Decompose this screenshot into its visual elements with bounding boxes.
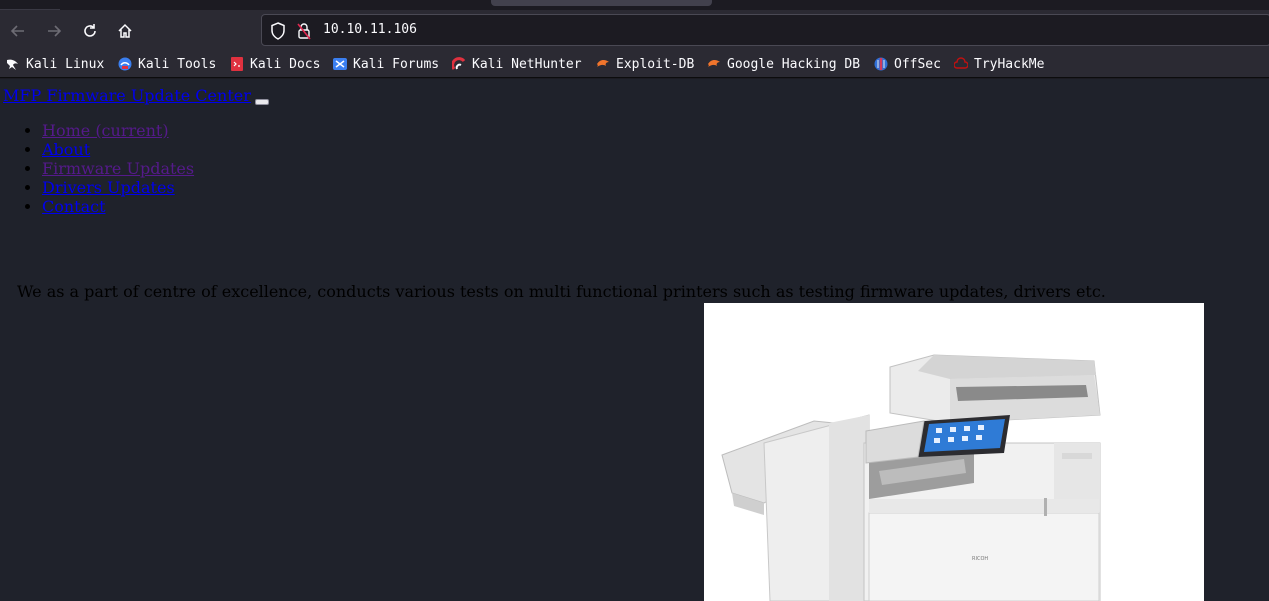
reload-icon [84, 24, 96, 37]
kali-dragon-icon [6, 57, 20, 71]
insecure-lock-icon[interactable] [297, 22, 311, 44]
nav-item-about: About [42, 140, 194, 159]
ghdb-icon [707, 57, 721, 71]
bookmark-label: Google Hacking DB [727, 56, 861, 72]
bookmark-label: TryHackMe [974, 56, 1045, 72]
bookmark-label: Kali NetHunter [472, 56, 582, 72]
bookmark-label: Kali Linux [26, 56, 105, 72]
printer-brand-mark: RICOH [972, 556, 988, 562]
nav-item-drivers-updates: Drivers Updates [42, 178, 194, 197]
back-button[interactable] [5, 18, 31, 44]
bookmark-exploit-db[interactable]: Exploit-DB [596, 55, 694, 73]
bookmark-label: Exploit-DB [616, 56, 695, 72]
tracking-shield-icon[interactable] [270, 22, 286, 44]
forward-button[interactable] [41, 18, 67, 44]
nav-link-about[interactable]: About [42, 140, 90, 159]
nav-item-contact: Contact [42, 197, 194, 216]
bookmark-label: Kali Forums [353, 56, 440, 72]
exploit-db-icon [596, 57, 610, 71]
main-nav: Home (current) About Firmware Updates Dr… [42, 121, 194, 216]
bookmark-label: Kali Docs [250, 56, 321, 72]
home-icon [118, 23, 132, 38]
bookmarks-toolbar: Kali Linux Kali Tools Kali Docs Kali For… [0, 51, 1269, 78]
url-text[interactable]: 10.10.11.106 [323, 22, 417, 37]
tab-strip-edge [0, 0, 60, 10]
bookmark-kali-linux[interactable]: Kali Linux [6, 55, 104, 73]
bookmark-kali-forums[interactable]: Kali Forums [333, 55, 439, 73]
bookmark-google-hacking-db[interactable]: Google Hacking DB [707, 55, 860, 73]
tryhackme-icon [953, 57, 969, 71]
reload-button[interactable] [77, 18, 103, 44]
home-button[interactable] [112, 18, 138, 44]
nethunter-icon [451, 57, 466, 71]
active-tab-indicator[interactable] [491, 0, 712, 6]
bookmark-kali-tools[interactable]: Kali Tools [118, 55, 216, 73]
navbar-toggler-button[interactable] [255, 99, 269, 105]
bookmark-label: OffSec [894, 56, 941, 72]
nav-item-home: Home (current) [42, 121, 194, 140]
bookmark-tryhackme[interactable]: TryHackMe [953, 55, 1045, 73]
forward-arrow-icon [48, 25, 62, 37]
bookmark-kali-nethunter[interactable]: Kali NetHunter [451, 55, 582, 73]
page-viewport: MFP Firmware Update Center Home (current… [0, 79, 1269, 601]
nav-item-firmware-updates: Firmware Updates [42, 159, 194, 178]
tab-strip [0, 0, 1269, 10]
nav-link-firmware-updates[interactable]: Firmware Updates [42, 159, 194, 178]
address-bar[interactable]: 10.10.11.106 [261, 14, 1269, 46]
offsec-icon [874, 57, 888, 71]
site-brand-link[interactable]: MFP Firmware Update Center [3, 86, 251, 105]
intro-paragraph: We as a part of centre of excellence, co… [17, 282, 1106, 301]
multifunction-printer-illustration: RICOH [721, 354, 1101, 601]
bookmark-kali-docs[interactable]: Kali Docs [230, 55, 320, 73]
nav-link-contact[interactable]: Contact [42, 197, 106, 216]
kali-forums-icon [333, 57, 347, 71]
browser-toolbar: 10.10.11.106 [0, 10, 1269, 51]
printer-image: RICOH [704, 303, 1204, 601]
kali-docs-icon [230, 57, 244, 71]
nav-link-drivers-updates[interactable]: Drivers Updates [42, 178, 175, 197]
back-arrow-icon [10, 25, 24, 37]
kali-tools-icon [118, 57, 132, 71]
bookmark-offsec[interactable]: OffSec [874, 55, 941, 73]
bookmark-label: Kali Tools [138, 56, 217, 72]
nav-link-home[interactable]: Home (current) [42, 121, 169, 140]
